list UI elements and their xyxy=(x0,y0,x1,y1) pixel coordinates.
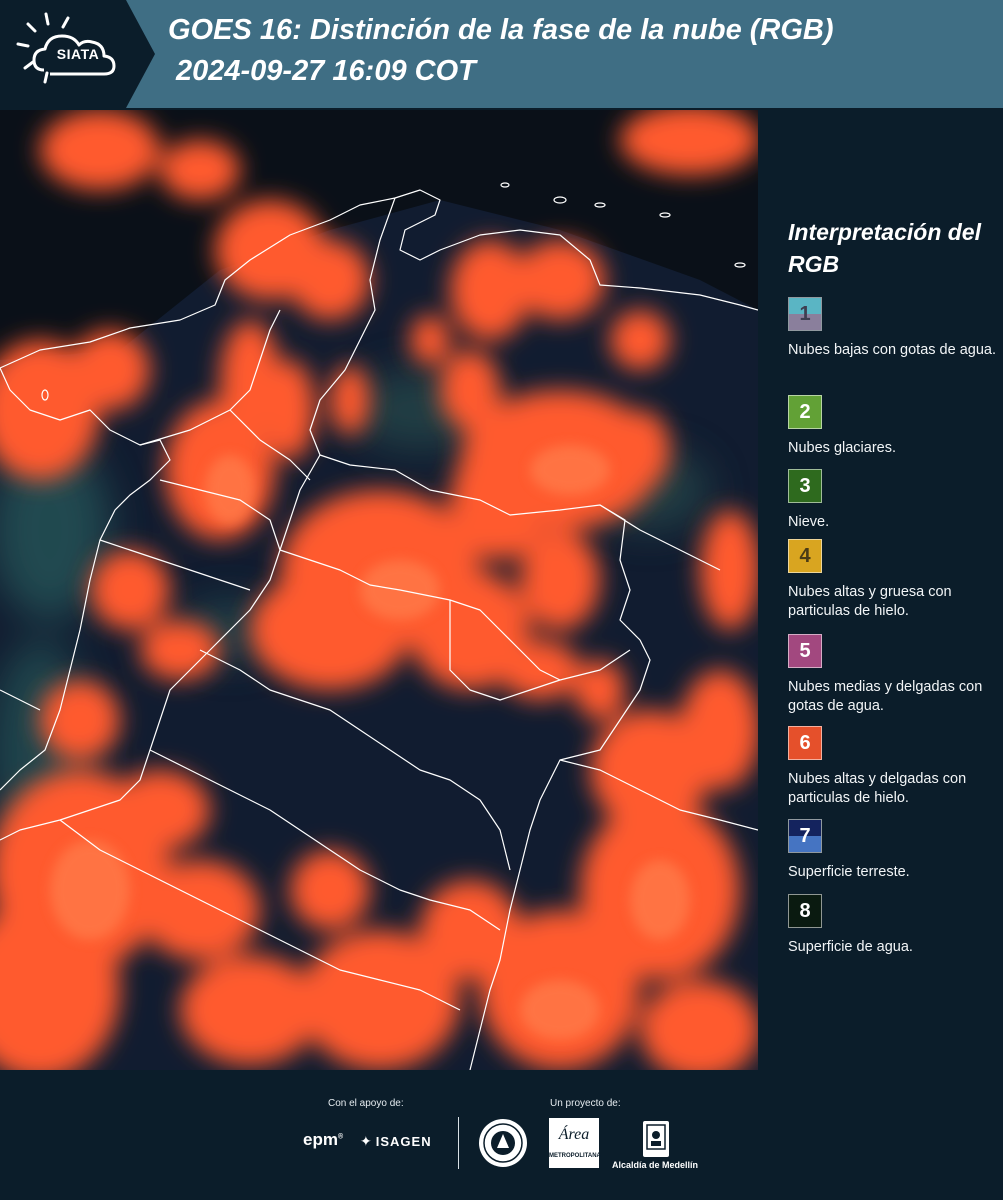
satellite-map[interactable] xyxy=(0,110,758,1070)
legend-item-7: 7 Superficie terreste. xyxy=(788,819,1000,882)
header-bar: SIATA GOES 16: Distinción de la fase de … xyxy=(0,0,1003,108)
legend-panel: Interpretación del RGB 1 Nubes bajas con… xyxy=(760,110,1003,1070)
legend-swatch-7: 7 xyxy=(788,819,822,853)
page-title: GOES 16: Distinción de la fase de la nub… xyxy=(168,14,834,46)
isagen-logo[interactable]: ✦ ISAGEN xyxy=(360,1133,432,1150)
legend-label-1: Nubes bajas con gotas de agua. xyxy=(788,342,996,358)
registered-mark-icon: ® xyxy=(337,1133,344,1141)
legend-number-7: 7 xyxy=(799,824,811,847)
area-logo-text: Área xyxy=(558,1126,590,1143)
legend-number-5: 5 xyxy=(799,639,811,662)
legend-label-6: Nubes altas y delgadas con particulas de… xyxy=(788,771,967,806)
legend-label-7: Superficie terreste. xyxy=(788,864,910,880)
legend-number-6: 6 xyxy=(799,731,811,754)
legend-number-1: 1 xyxy=(799,302,811,325)
footer: Con el apoyo de: Un proyecto de: epm® ✦ I… xyxy=(0,1070,1003,1200)
university-seal-icon[interactable] xyxy=(478,1118,528,1168)
legend-label-3: Nieve. xyxy=(788,514,830,530)
legend-swatch-2: 2 xyxy=(788,395,822,429)
legend-label-2: Nubes glaciares. xyxy=(788,440,896,456)
medellin-emblem-icon[interactable] xyxy=(642,1120,670,1158)
legend-title: Interpretación del RGB xyxy=(788,219,981,277)
legend-label-8: Superficie de agua. xyxy=(788,939,913,955)
epm-logo-text: epm xyxy=(303,1130,338,1149)
legend-item-4: 4 Nubes altas y gruesa con particulas de… xyxy=(788,539,1000,621)
legend-swatch-4: 4 xyxy=(788,539,822,573)
support-label: Con el apoyo de: xyxy=(328,1098,404,1109)
legend-number-3: 3 xyxy=(799,474,811,497)
legend-item-1: 1 Nubes bajas con gotas de agua. xyxy=(788,297,1000,360)
medellin-label: Alcaldía de Medellín xyxy=(612,1160,699,1170)
legend-swatch-6: 6 xyxy=(788,726,822,760)
legend-item-3: 3 Nieve. xyxy=(788,469,1000,532)
legend-item-5: 5 Nubes medias y delgadas con gotas de a… xyxy=(788,634,1000,716)
legend-swatch-1: 1 xyxy=(788,297,822,331)
page-timestamp: 2024-09-27 16:09 COT xyxy=(176,55,476,87)
isagen-mark-icon: ✦ xyxy=(360,1133,373,1149)
legend-swatch-5: 5 xyxy=(788,634,822,668)
legend-number-8: 8 xyxy=(799,899,811,922)
legend-label-5: Nubes medias y delgadas con gotas de agu… xyxy=(788,679,983,714)
area-logo-subtext: METROPOLITANA xyxy=(549,1153,601,1159)
legend-number-2: 2 xyxy=(799,400,811,423)
satellite-image xyxy=(0,110,758,1070)
legend-item-8: 8 Superficie de agua. xyxy=(788,894,1000,957)
legend-label-4: Nubes altas y gruesa con particulas de h… xyxy=(788,584,952,619)
isagen-logo-text: ISAGEN xyxy=(375,1134,432,1149)
project-label: Un proyecto de: xyxy=(550,1098,621,1109)
legend-swatch-3: 3 xyxy=(788,469,822,503)
siata-logo[interactable]: SIATA xyxy=(0,0,155,108)
legend-item-2: 2 Nubes glaciares. xyxy=(788,395,1000,458)
legend-swatch-8: 8 xyxy=(788,894,822,928)
footer-divider xyxy=(458,1117,459,1169)
area-metropolitana-logo[interactable]: Área METROPOLITANA xyxy=(549,1118,601,1168)
siata-logo-text: SIATA xyxy=(56,46,100,62)
legend-item-6: 6 Nubes altas y delgadas con particulas … xyxy=(788,726,1000,808)
epm-logo[interactable]: epm® xyxy=(303,1130,343,1150)
legend-number-4: 4 xyxy=(799,544,811,567)
